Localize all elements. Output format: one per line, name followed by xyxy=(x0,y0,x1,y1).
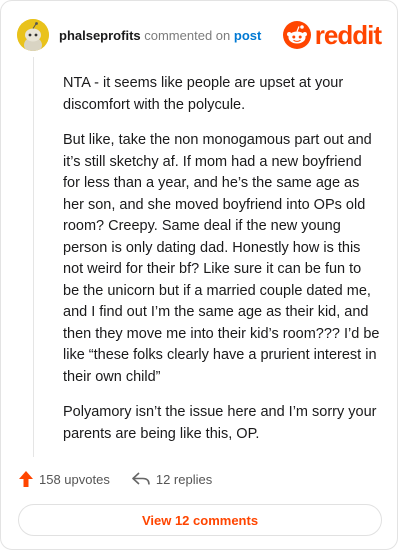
comment-header: phalseprofits commented on post reddit xyxy=(17,17,382,53)
comment-body: NTA - it seems like people are upset at … xyxy=(63,73,381,459)
reply-button[interactable]: 12 replies xyxy=(132,472,212,487)
comment-paragraph: NTA - it seems like people are upset at … xyxy=(63,75,344,113)
comment-paragraph: Polyamory isn’t the issue here and I’m s… xyxy=(63,404,377,442)
reply-arrow-icon xyxy=(132,472,150,485)
comment-card: phalseprofits commented on post reddit N… xyxy=(0,0,398,550)
upvote-count: 158 upvotes xyxy=(39,471,110,487)
upvote-arrow-icon xyxy=(19,471,33,487)
view-comments-button[interactable]: View 12 comments xyxy=(18,504,382,536)
username-link[interactable]: phalseprofits xyxy=(59,28,141,43)
comment-actions: 158 upvotes 12 replies xyxy=(19,471,234,487)
user-avatar-icon[interactable] xyxy=(17,19,49,51)
reddit-logo[interactable]: reddit xyxy=(282,20,382,50)
thread-line xyxy=(33,57,34,457)
comment-paragraph: But like, take the non monogamous part o… xyxy=(63,132,380,385)
byline-action-text: commented on xyxy=(144,27,231,43)
reddit-wordmark: reddit xyxy=(314,20,382,50)
post-link[interactable]: post xyxy=(234,28,261,43)
reddit-logo-icon xyxy=(282,21,311,49)
upvote-button[interactable]: 158 upvotes xyxy=(19,471,110,487)
comment-byline: phalseprofits commented on post xyxy=(59,28,261,43)
reply-count: 12 replies xyxy=(155,471,213,487)
